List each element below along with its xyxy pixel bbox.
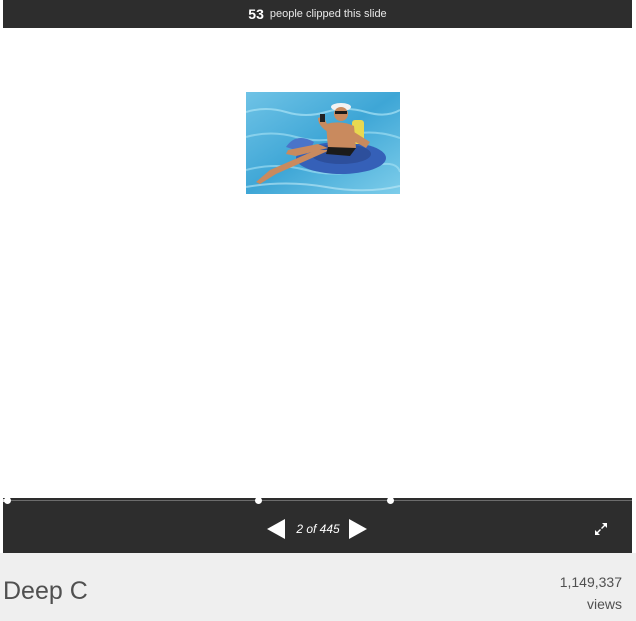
progress-marker (255, 497, 262, 504)
slide-photo (246, 92, 400, 194)
page-indicator: 2 of 445 (296, 522, 340, 536)
progress-track-line (3, 500, 632, 501)
next-slide-button[interactable] (349, 519, 367, 539)
view-count: 1,149,337 (559, 574, 622, 590)
deck-info-footer: Deep C 1,149,337 views (0, 553, 636, 621)
progress-handle[interactable] (4, 497, 11, 504)
clip-count-label: people clipped this slide (269, 8, 387, 20)
clip-count: 53 (248, 6, 264, 22)
fullscreen-icon[interactable] (593, 521, 609, 537)
clip-count-bar[interactable]: 53 people clipped this slide (3, 0, 632, 28)
slide-viewer[interactable] (3, 28, 632, 498)
view-count-label: views (586, 596, 622, 612)
player-controls: 2 of 445 (3, 504, 632, 553)
deck-title[interactable]: Deep C (3, 577, 88, 606)
previous-slide-button[interactable] (267, 519, 285, 539)
progress-marker (387, 497, 394, 504)
slideshow-player: 53 people clipped this slide 2 of 445 De… (0, 0, 636, 621)
